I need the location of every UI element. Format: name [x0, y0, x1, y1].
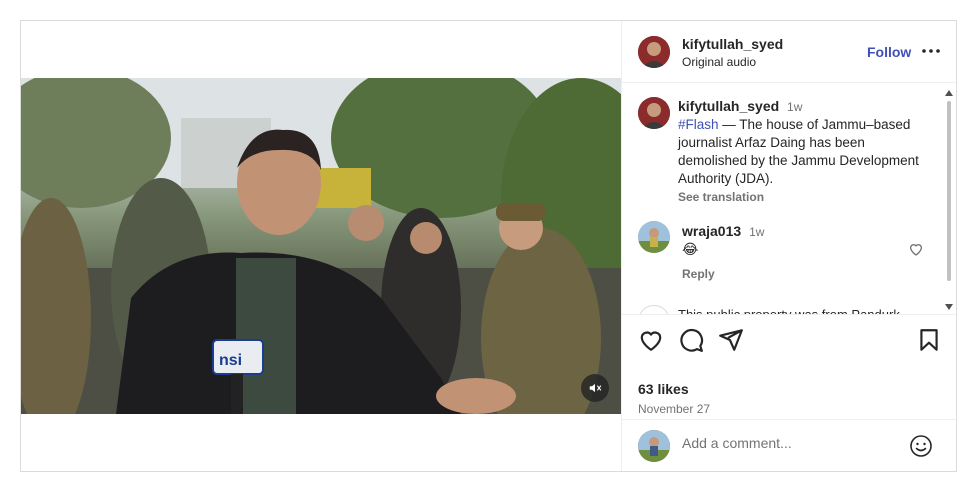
post-header: kifytullah_syed Original audio Follow — [622, 21, 958, 83]
comments-section[interactable]: kifytullah_syed 1w #Flash — The house of… — [622, 83, 958, 315]
author-avatar[interactable] — [638, 36, 670, 68]
mic-logo: nsi — [219, 352, 242, 369]
mute-button[interactable] — [581, 374, 609, 402]
partial-comment-text: This public property was from Pandurk... — [678, 307, 911, 315]
more-horizontal-icon — [922, 49, 940, 53]
muted-speaker-icon — [589, 383, 602, 393]
bookmark-icon — [920, 329, 938, 351]
avatar-image — [638, 430, 670, 462]
caption-hashtag[interactable]: #Flash — [678, 117, 719, 132]
post-card: nsi kifytullah_syed Original audio Follo… — [20, 20, 958, 472]
post-video[interactable]: nsi — [21, 78, 621, 414]
more-options-button[interactable] — [920, 41, 942, 61]
reply-button[interactable]: Reply — [682, 267, 715, 281]
caption-time[interactable]: 1w — [787, 100, 802, 114]
post-side-panel: kifytullah_syed Original audio Follow ki… — [621, 21, 958, 471]
avatar-image — [638, 221, 670, 253]
video-frame: nsi — [21, 78, 621, 414]
comment-text: 😂 — [682, 241, 699, 257]
heart-icon — [640, 331, 662, 352]
author-username[interactable]: kifytullah_syed — [682, 36, 783, 52]
comment-header: wraja013 1w — [682, 223, 764, 239]
comment-avatar[interactable] — [638, 221, 670, 253]
comment-time[interactable]: 1w — [749, 225, 764, 239]
avatar-image — [638, 36, 670, 68]
audio-label[interactable]: Original audio — [682, 55, 756, 69]
like-button[interactable] — [638, 327, 664, 353]
comment-icon — [680, 329, 704, 352]
comment-button[interactable] — [678, 327, 704, 353]
share-button[interactable] — [718, 327, 744, 353]
scroll-thumb[interactable] — [947, 101, 951, 281]
add-comment-bar — [622, 419, 958, 471]
scroll-down-icon[interactable] — [944, 303, 954, 311]
comment-like-button[interactable] — [908, 241, 924, 257]
current-user-avatar[interactable] — [638, 430, 670, 462]
post-date[interactable]: November 27 — [638, 402, 710, 416]
caption-block: kifytullah_syed 1w #Flash — The house of… — [678, 97, 922, 204]
post-media: nsi — [21, 21, 621, 471]
avatar-image — [638, 97, 670, 129]
partial-comment-avatar[interactable] — [638, 305, 670, 314]
save-button[interactable] — [916, 327, 942, 353]
see-translation-link[interactable]: See translation — [678, 190, 922, 204]
caption-avatar[interactable] — [638, 97, 670, 129]
add-comment-input[interactable] — [682, 433, 902, 453]
comment-username[interactable]: wraja013 — [682, 223, 741, 239]
scroll-up-icon[interactable] — [944, 89, 954, 97]
comments-scrollbar[interactable] — [944, 89, 954, 311]
follow-button[interactable]: Follow — [867, 44, 911, 60]
emoji-button[interactable] — [909, 434, 933, 458]
caption-username[interactable]: kifytullah_syed — [678, 98, 779, 114]
caption-text: #Flash — The house of Jammu–based journa… — [678, 116, 922, 188]
heart-outline-icon — [909, 244, 923, 256]
share-icon — [719, 329, 743, 351]
post-actions: 63 likes November 27 — [622, 315, 958, 416]
smiley-icon — [910, 435, 932, 457]
likes-count[interactable]: 63 likes — [638, 381, 689, 397]
